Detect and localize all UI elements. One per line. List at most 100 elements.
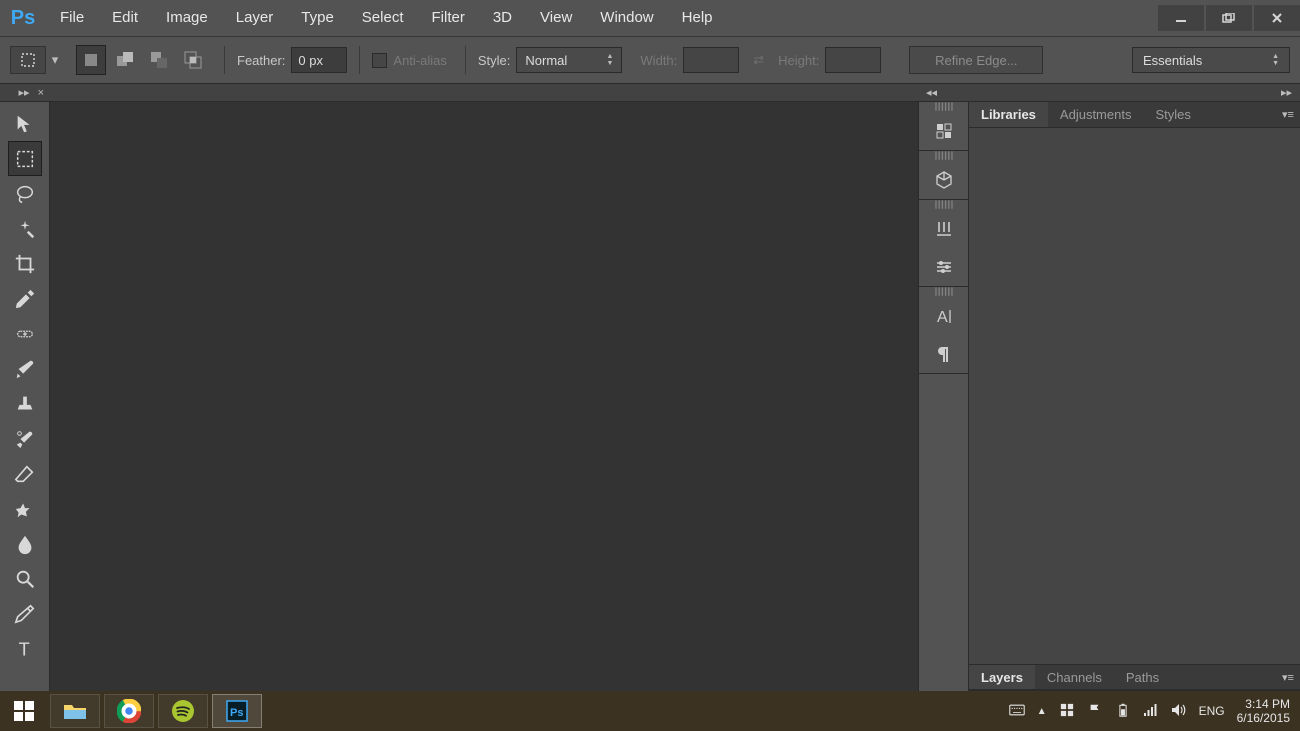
tab-libraries[interactable]: Libraries: [969, 102, 1048, 127]
feather-input[interactable]: [291, 47, 347, 73]
chevron-up-icon[interactable]: ▲: [1037, 706, 1047, 717]
selection-add[interactable]: [110, 45, 140, 75]
chevron-updown-icon: ▲▼: [1272, 53, 1279, 67]
marquee-tool[interactable]: [8, 141, 42, 176]
window-controls: [1156, 5, 1300, 31]
move-tool[interactable]: [8, 106, 42, 141]
windows-store-icon[interactable]: [1059, 703, 1075, 720]
refine-edge-button[interactable]: Refine Edge...: [909, 46, 1043, 74]
healing-brush-tool[interactable]: [8, 316, 42, 351]
tab-adjustments[interactable]: Adjustments: [1048, 102, 1144, 127]
grip-icon[interactable]: ┃┃┃┃┃┃: [927, 200, 961, 210]
menu-items: File Edit Image Layer Type Select Filter…: [46, 0, 727, 36]
canvas-area[interactable]: [50, 102, 918, 691]
selection-new[interactable]: [76, 45, 106, 75]
blur-tool[interactable]: [8, 526, 42, 561]
brush-presets-panel-icon[interactable]: [927, 248, 961, 286]
start-button[interactable]: [0, 691, 48, 731]
clock-time: 3:14 PM: [1237, 697, 1290, 711]
eraser-tool[interactable]: [8, 456, 42, 491]
separator: [359, 46, 360, 74]
menu-select[interactable]: Select: [348, 0, 418, 36]
current-tool-icon[interactable]: [10, 46, 46, 74]
eyedropper-tool[interactable]: [8, 281, 42, 316]
zoom-tool[interactable]: [8, 561, 42, 596]
magic-wand-tool[interactable]: [8, 211, 42, 246]
tab-channels[interactable]: Channels: [1035, 665, 1114, 689]
history-brush-tool[interactable]: [8, 421, 42, 456]
workspace-label: Essentials: [1143, 53, 1202, 68]
antialias-checkbox: [372, 53, 387, 68]
pen-tool[interactable]: [8, 596, 42, 631]
app-logo: Ps: [0, 7, 46, 30]
toolbox: T: [0, 102, 50, 691]
height-input: [825, 47, 881, 73]
menu-type[interactable]: Type: [287, 0, 348, 36]
menu-image[interactable]: Image: [152, 0, 222, 36]
main-area: T ┃┃┃┃┃┃ ┃┃┃┃┃┃ ┃┃┃┃┃┃ ┃┃┃┃┃┃ A: [0, 102, 1300, 691]
expand-icon[interactable]: ▸▸: [1281, 86, 1292, 99]
menu-view[interactable]: View: [526, 0, 586, 36]
gradient-tool[interactable]: [8, 491, 42, 526]
style-dropdown[interactable]: Normal▲▼: [516, 47, 622, 73]
feather-label: Feather:: [237, 53, 285, 68]
workspace-switcher[interactable]: Essentials ▲▼: [1132, 47, 1290, 73]
height-label: Height:: [778, 53, 819, 68]
menu-filter[interactable]: Filter: [418, 0, 479, 36]
language-indicator[interactable]: ENG: [1199, 704, 1225, 718]
wifi-icon[interactable]: [1143, 703, 1159, 720]
expand-icon[interactable]: ▸▸: [19, 86, 30, 99]
menu-file[interactable]: File: [46, 0, 98, 36]
close-icon[interactable]: ×: [38, 87, 44, 99]
document-tab-strip: ▸▸ × ◂◂ ▸▸: [0, 84, 1300, 102]
grip-icon[interactable]: ┃┃┃┃┃┃: [927, 287, 961, 297]
paragraph-panel-icon[interactable]: [927, 335, 961, 373]
menu-window[interactable]: Window: [586, 0, 667, 36]
panel-body[interactable]: [969, 128, 1300, 664]
clone-stamp-tool[interactable]: [8, 386, 42, 421]
panel-tabs: Layers Channels Paths ▾≡: [969, 665, 1300, 690]
panel-menu-icon[interactable]: ▾≡: [1276, 665, 1300, 689]
maximize-button[interactable]: [1206, 5, 1252, 31]
width-label: Width:: [640, 53, 677, 68]
selection-subtract[interactable]: [144, 45, 174, 75]
keyboard-icon[interactable]: [1009, 703, 1025, 720]
tab-layers[interactable]: Layers: [969, 665, 1035, 689]
menu-layer[interactable]: Layer: [222, 0, 288, 36]
clock[interactable]: 3:14 PM 6/16/2015: [1237, 697, 1290, 725]
options-bar: ▾ Feather: Anti-alias Style: Normal▲▼ Wi…: [0, 36, 1300, 84]
menu-help[interactable]: Help: [668, 0, 727, 36]
flag-icon[interactable]: [1087, 703, 1103, 720]
task-spotify[interactable]: [158, 694, 208, 728]
type-tool[interactable]: T: [8, 631, 42, 666]
tool-preset-dropdown[interactable]: ▾: [48, 52, 62, 68]
menu-edit[interactable]: Edit: [98, 0, 152, 36]
task-photoshop[interactable]: Ps: [212, 694, 262, 728]
character-panel-icon[interactable]: A: [927, 297, 961, 335]
battery-icon[interactable]: [1115, 703, 1131, 720]
crop-tool[interactable]: [8, 246, 42, 281]
panel-dock-header: ◂◂ ▸▸: [918, 84, 1300, 101]
grip-icon[interactable]: ┃┃┃┃┃┃: [927, 151, 961, 161]
menu-3d[interactable]: 3D: [479, 0, 526, 36]
tab-paths[interactable]: Paths: [1114, 665, 1171, 689]
separator: [465, 46, 466, 74]
3d-panel-icon[interactable]: [927, 161, 961, 199]
panel-column: Libraries Adjustments Styles ▾≡ Layers C…: [969, 102, 1300, 691]
brushes-panel-icon[interactable]: [927, 210, 961, 248]
history-panel-icon[interactable]: [927, 112, 961, 150]
minimize-button[interactable]: [1158, 5, 1204, 31]
panel-menu-icon[interactable]: ▾≡: [1276, 102, 1300, 127]
selection-intersect[interactable]: [178, 45, 208, 75]
swap-icon: ⇄: [753, 52, 764, 68]
collapse-icon[interactable]: ◂◂: [926, 86, 937, 99]
lasso-tool[interactable]: [8, 176, 42, 211]
task-file-explorer[interactable]: [50, 694, 100, 728]
chevron-updown-icon: ▲▼: [606, 53, 613, 67]
task-chrome[interactable]: [104, 694, 154, 728]
volume-icon[interactable]: [1171, 703, 1187, 720]
tab-styles[interactable]: Styles: [1143, 102, 1202, 127]
close-button[interactable]: [1254, 5, 1300, 31]
grip-icon[interactable]: ┃┃┃┃┃┃: [927, 102, 961, 112]
brush-tool[interactable]: [8, 351, 42, 386]
